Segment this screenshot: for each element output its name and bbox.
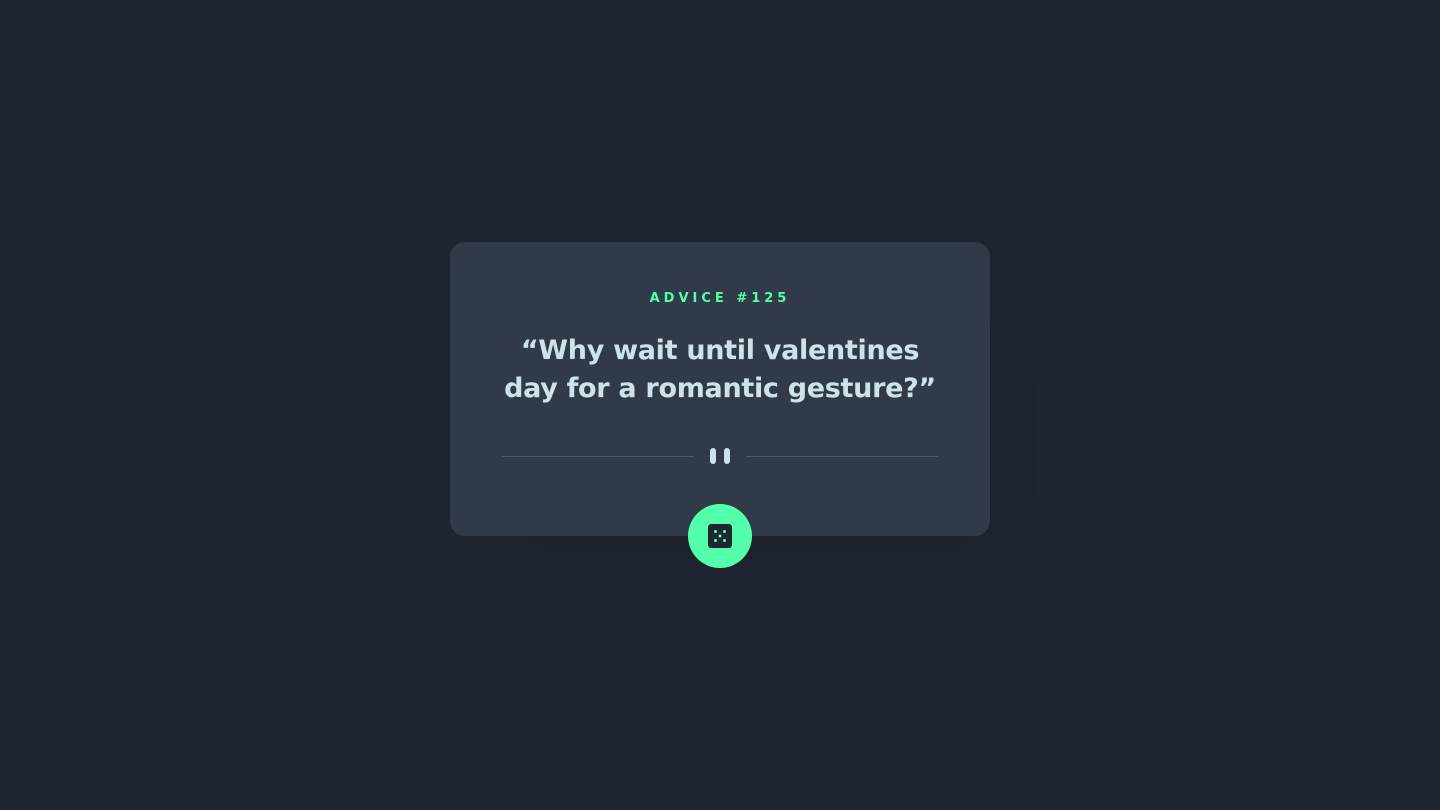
dice-icon	[708, 524, 732, 548]
divider	[502, 448, 938, 464]
advice-card: ADVICE #125 “Why wait until valentines d…	[450, 242, 990, 536]
pause-icon	[710, 448, 730, 464]
divider-line-right	[746, 456, 938, 457]
pause-bar-right	[724, 448, 730, 464]
new-advice-button[interactable]	[688, 504, 752, 568]
page: ADVICE #125 “Why wait until valentines d…	[0, 0, 1440, 810]
pause-bar-left	[710, 448, 716, 464]
advice-number: ADVICE #125	[649, 291, 791, 306]
divider-line-left	[502, 456, 694, 457]
advice-quote: “Why wait until valentines day for a rom…	[504, 335, 936, 404]
